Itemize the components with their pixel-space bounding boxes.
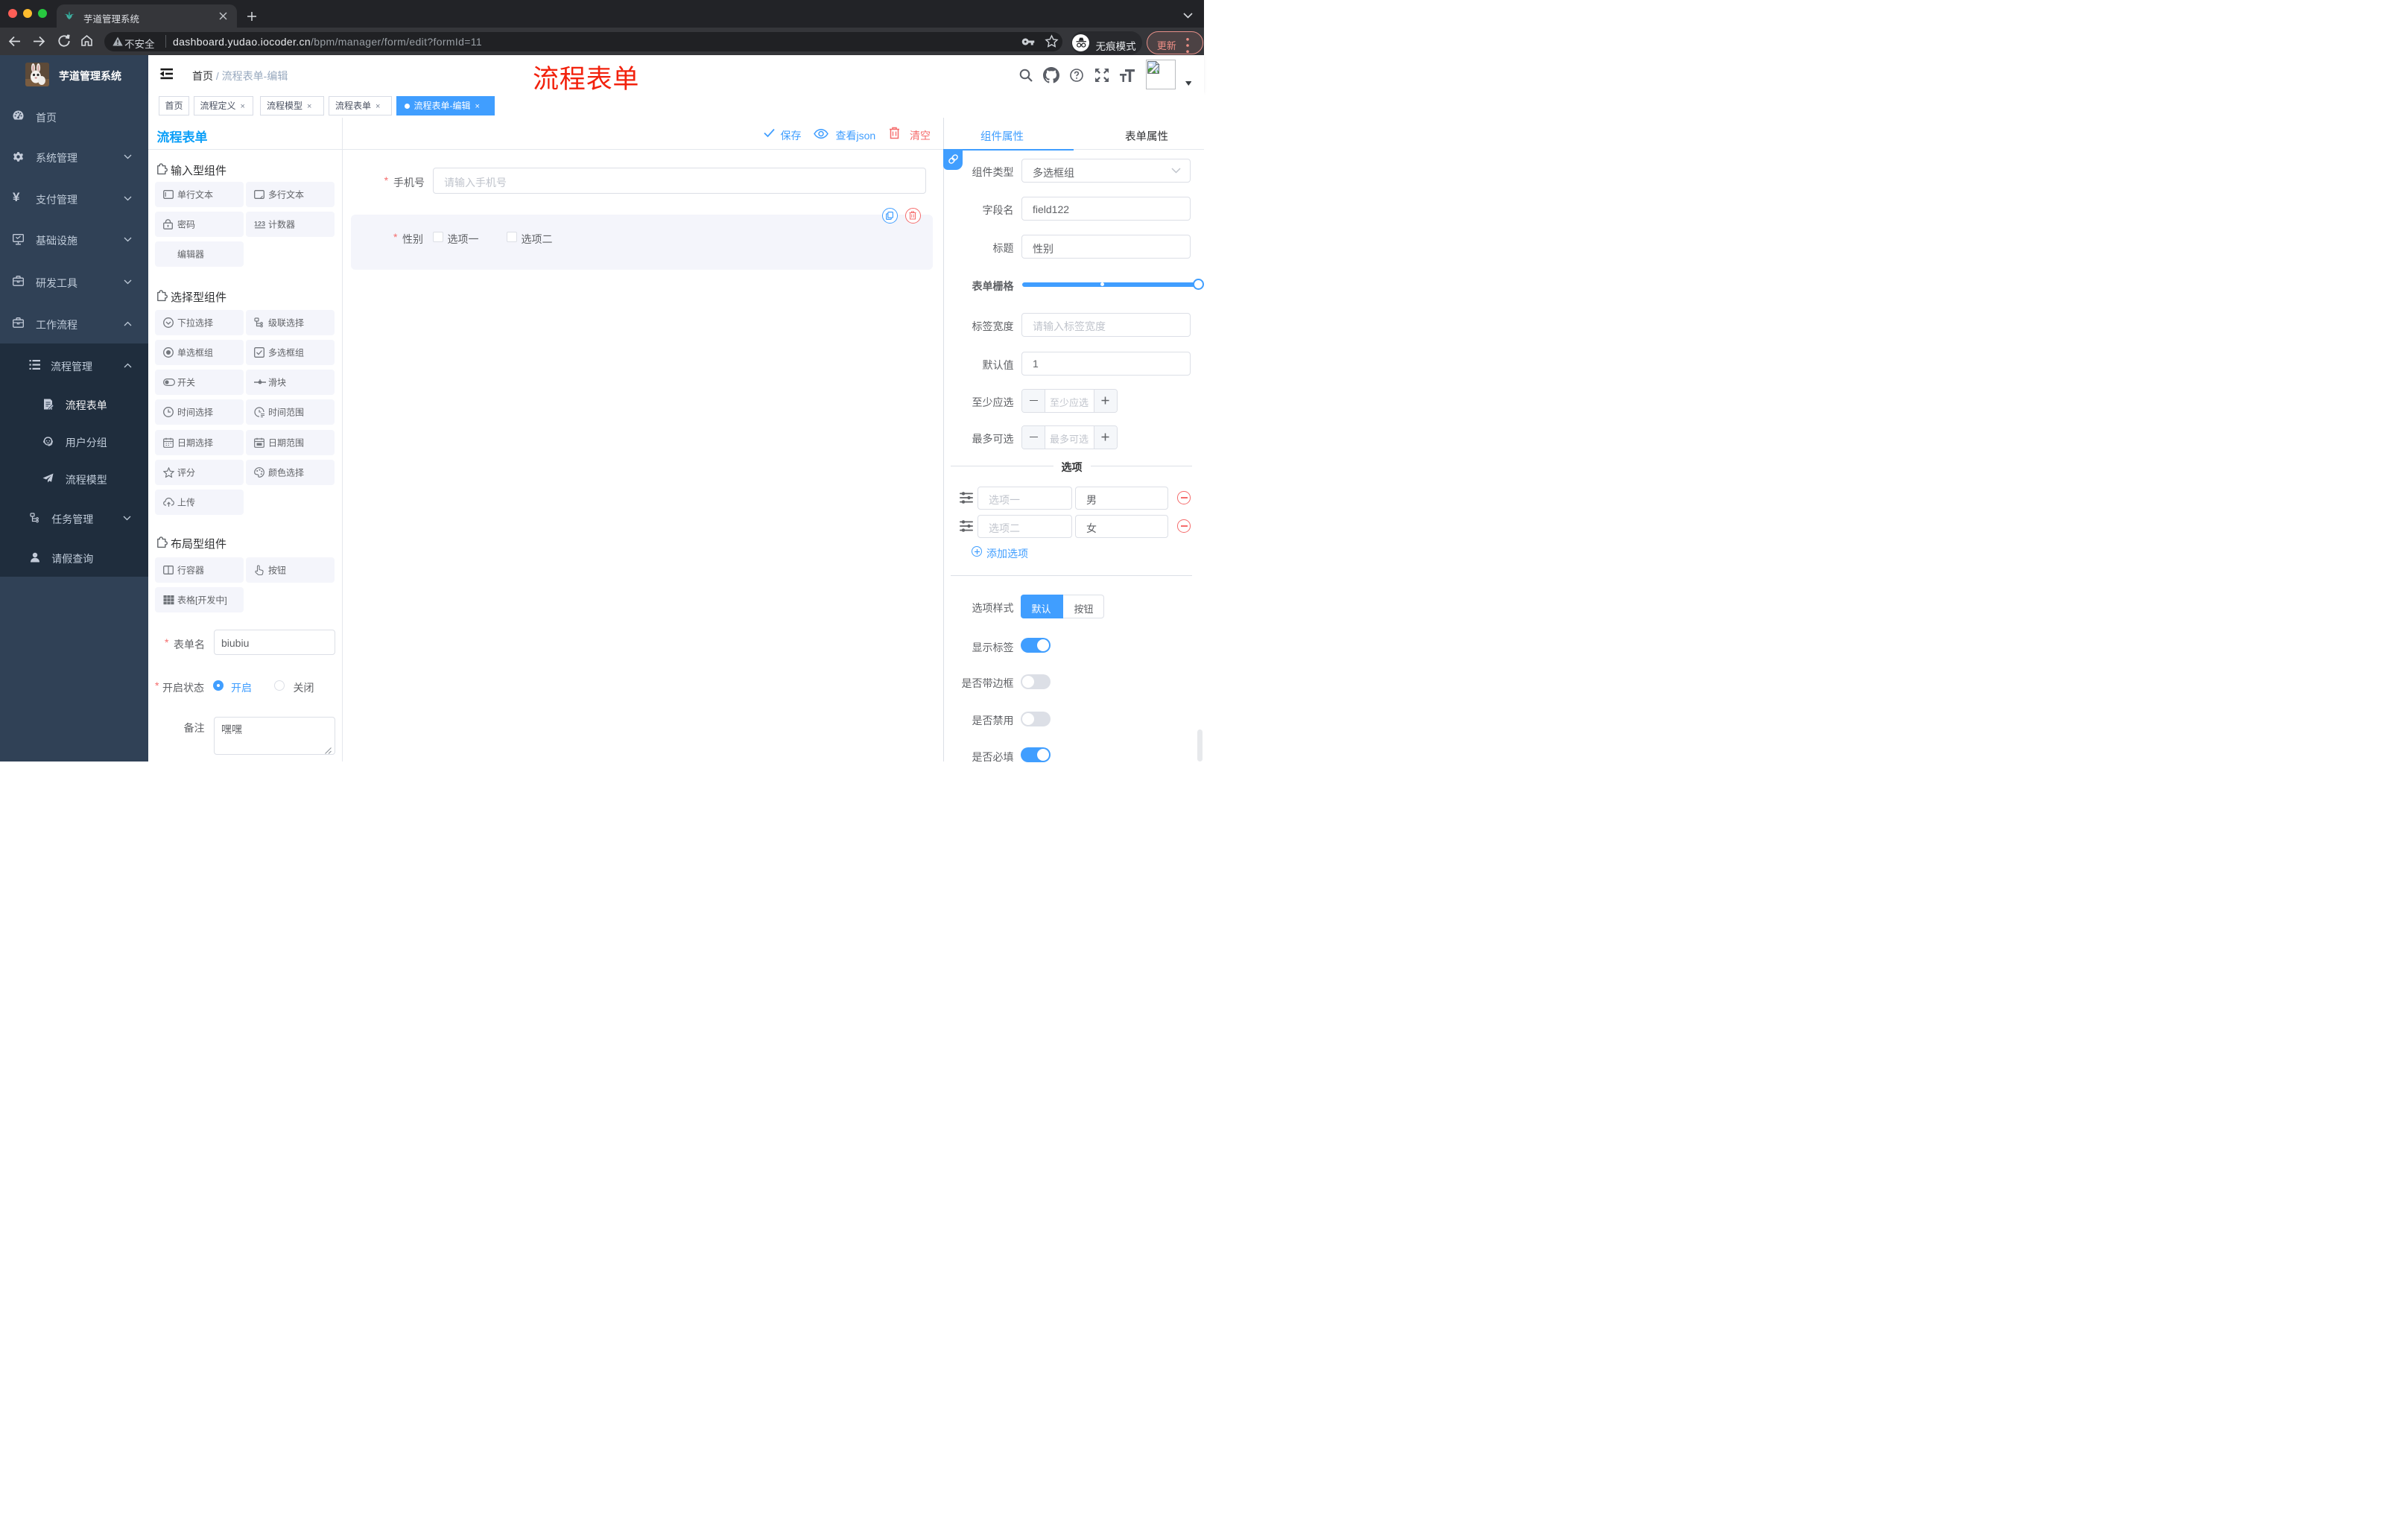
svg-text:123: 123 bbox=[254, 220, 265, 227]
